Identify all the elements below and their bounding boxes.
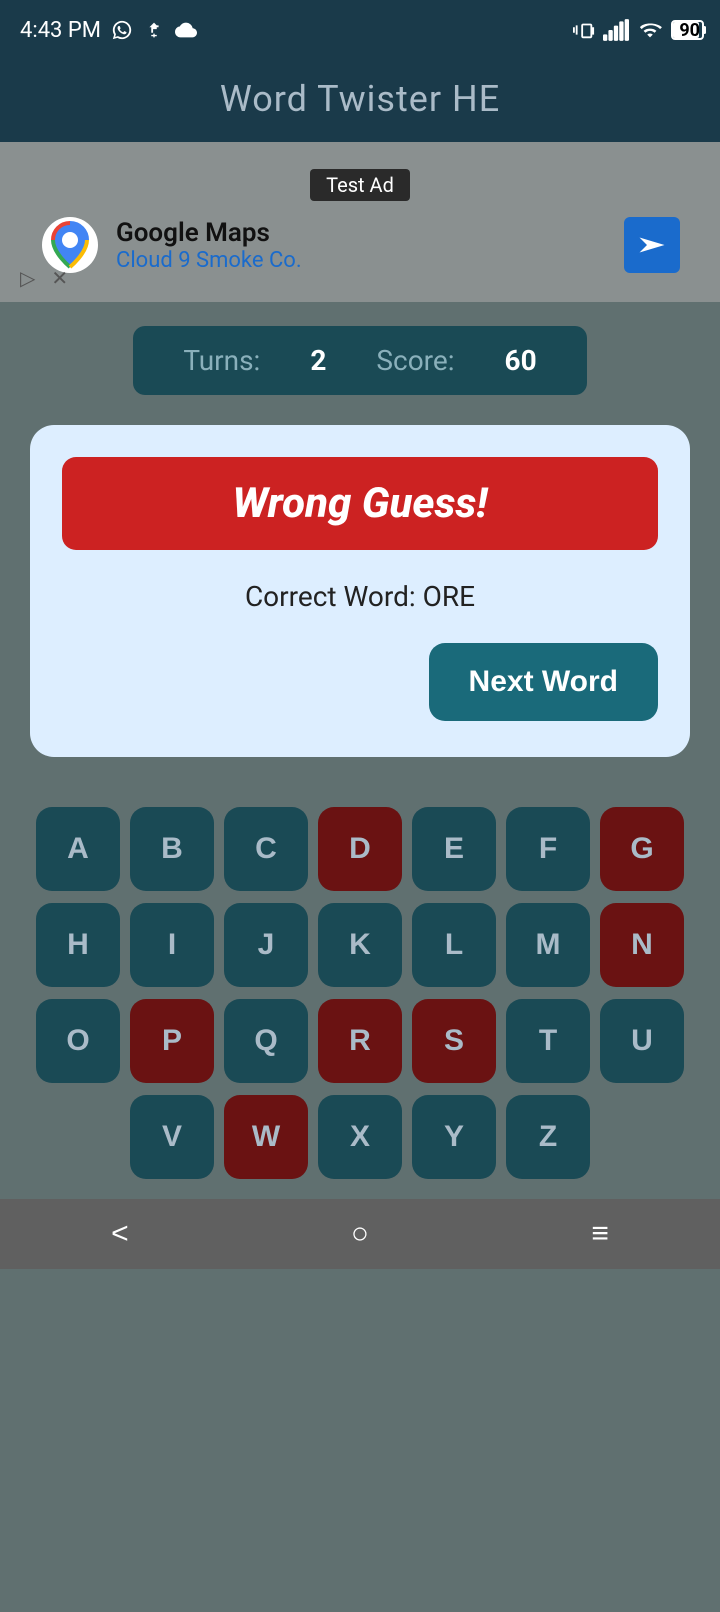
battery-indicator: 90 [671, 20, 700, 41]
key-r[interactable]: R [318, 999, 402, 1083]
correct-word-label: Correct Word: [245, 580, 416, 613]
home-button[interactable]: ○ [351, 1217, 369, 1251]
key-e[interactable]: E [412, 807, 496, 891]
whatsapp-icon [111, 19, 133, 41]
app-title: Word Twister HE [220, 78, 500, 120]
ad-nav-icon[interactable] [624, 217, 680, 273]
status-right: 90 [573, 19, 700, 41]
ad-subtitle: Cloud 9 Smoke Co. [116, 248, 302, 273]
key-s[interactable]: S [412, 999, 496, 1083]
key-i[interactable]: I [130, 903, 214, 987]
vibrate-icon [573, 19, 595, 41]
key-a[interactable]: A [36, 807, 120, 891]
battery-level: 90 [679, 20, 700, 41]
ad-left: Google Maps Cloud 9 Smoke Co. [40, 215, 302, 275]
key-t[interactable]: T [506, 999, 590, 1083]
key-p[interactable]: P [130, 999, 214, 1083]
key-u[interactable]: U [600, 999, 684, 1083]
status-time: 4:43 PM [20, 18, 101, 43]
status-bar: 4:43 PM 90 [0, 0, 720, 60]
correct-word: ORE [423, 580, 475, 613]
key-d[interactable]: D [318, 807, 402, 891]
key-z[interactable]: Z [506, 1095, 590, 1179]
ad-text-block: Google Maps Cloud 9 Smoke Co. [116, 218, 302, 273]
keyboard-row-2: OPQRSTU [16, 999, 704, 1083]
ad-bottom-icons: ▷ ✕ [20, 266, 68, 290]
ad-close-icon: ✕ [51, 266, 68, 290]
wifi-icon [637, 19, 663, 41]
key-c[interactable]: C [224, 807, 308, 891]
key-j[interactable]: J [224, 903, 308, 987]
key-y[interactable]: Y [412, 1095, 496, 1179]
key-l[interactable]: L [412, 903, 496, 987]
next-word-row: Next Word [62, 643, 658, 721]
key-w[interactable]: W [224, 1095, 308, 1179]
dialog-card: Wrong Guess! Correct Word: ORE Next Word [30, 425, 690, 757]
status-left: 4:43 PM [20, 18, 197, 43]
keyboard-area: ABCDEFG HIJKLMN OPQRSTU VWXYZ [0, 787, 720, 1189]
keyboard-row-3: VWXYZ [16, 1095, 704, 1179]
next-word-button[interactable]: Next Word [429, 643, 658, 721]
menu-button[interactable]: ≡ [591, 1217, 609, 1251]
back-button[interactable]: < [111, 1217, 129, 1251]
ad-play-icon: ▷ [20, 266, 35, 290]
wrong-guess-banner: Wrong Guess! [62, 457, 658, 550]
nav-bar: < ○ ≡ [0, 1199, 720, 1269]
turns-label: Turns: [183, 344, 260, 377]
score-bar: Turns: 2 Score: 60 [133, 326, 586, 395]
key-h[interactable]: H [36, 903, 120, 987]
ad-banner[interactable]: Test Ad Google Maps Cloud 9 Smoke Co. [0, 142, 720, 302]
key-b[interactable]: B [130, 807, 214, 891]
key-x[interactable]: X [318, 1095, 402, 1179]
wrong-guess-text: Wrong Guess! [233, 479, 488, 528]
correct-word-line: Correct Word: ORE [62, 580, 658, 613]
key-n[interactable]: N [600, 903, 684, 987]
key-f[interactable]: F [506, 807, 590, 891]
turns-value: 2 [310, 344, 326, 377]
score-value: 60 [505, 344, 537, 377]
app-title-bar: Word Twister HE [0, 60, 720, 142]
key-m[interactable]: M [506, 903, 590, 987]
ad-label: Test Ad [310, 169, 410, 201]
score-bar-wrapper: Turns: 2 Score: 60 [0, 302, 720, 415]
usb-icon [143, 19, 165, 41]
key-g[interactable]: G [600, 807, 684, 891]
keyboard-row-1: HIJKLMN [16, 903, 704, 987]
ad-content: Google Maps Cloud 9 Smoke Co. [20, 215, 700, 275]
key-o[interactable]: O [36, 999, 120, 1083]
key-v[interactable]: V [130, 1095, 214, 1179]
keyboard-row-0: ABCDEFG [16, 807, 704, 891]
key-k[interactable]: K [318, 903, 402, 987]
key-q[interactable]: Q [224, 999, 308, 1083]
cloud-icon [175, 19, 197, 41]
ad-title: Google Maps [116, 218, 302, 248]
score-label: Score: [376, 344, 454, 377]
signal-icon [603, 19, 629, 41]
